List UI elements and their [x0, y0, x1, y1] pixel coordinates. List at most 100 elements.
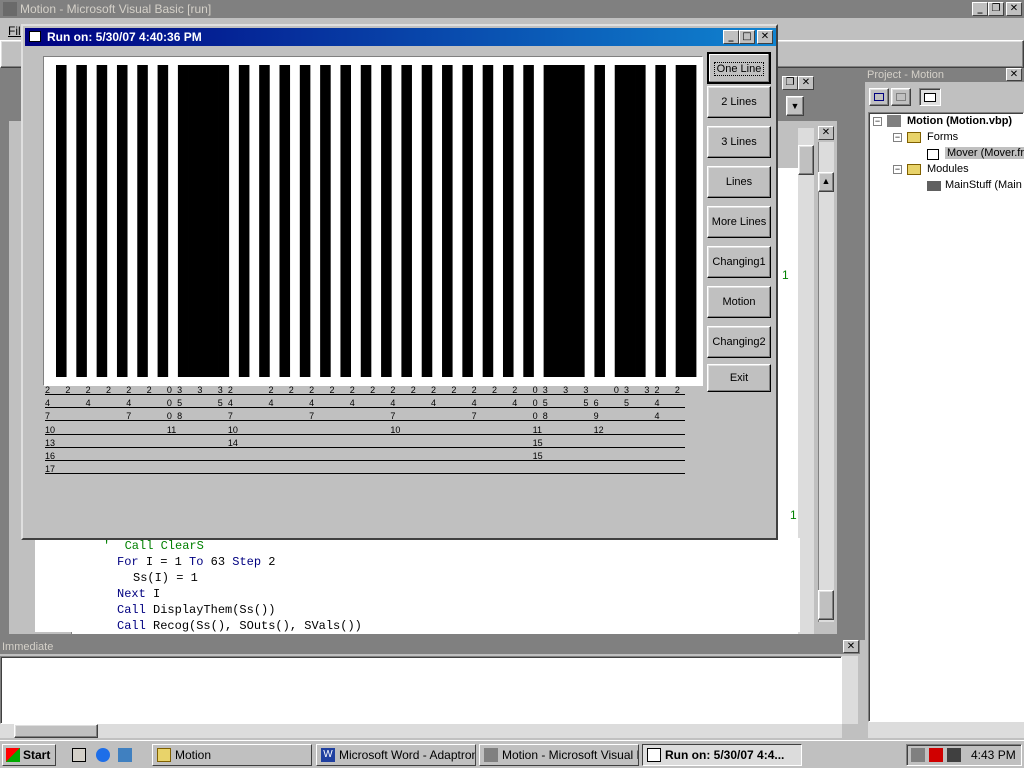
more-lines-button[interactable]: More Lines — [707, 206, 771, 238]
stripe-bar — [188, 65, 199, 377]
view-object-button[interactable] — [891, 88, 911, 106]
level-mark: 4 — [349, 398, 355, 409]
app-title: Motion - Microsoft Visual Basic [run] — [20, 2, 212, 16]
object-dropdown-arrow[interactable]: ▼ — [786, 96, 804, 116]
two-lines-button[interactable]: 2 Lines — [707, 86, 771, 118]
code-editor[interactable]: ' Call ClearS For I = 1 To 63 Step 2 Ss(… — [35, 538, 800, 632]
level-mark: 5 — [624, 398, 630, 409]
level-mark: 7 — [45, 411, 51, 422]
start-button[interactable]: Start — [2, 744, 56, 766]
app-close-button[interactable]: ✕ — [1006, 2, 1022, 16]
folder-icon — [907, 164, 921, 175]
inner-restore-button[interactable]: ❐ — [782, 76, 798, 90]
scroll-up-button[interactable]: ▲ — [818, 172, 834, 192]
antivirus-icon[interactable] — [929, 748, 943, 762]
task-vb[interactable]: Motion - Microsoft Visual B... — [479, 744, 639, 766]
stripe-bar — [563, 65, 575, 377]
stripe-bar — [502, 65, 514, 377]
immediate-vscrollbar[interactable] — [842, 656, 858, 724]
level-mark: 2 — [329, 385, 335, 395]
stripe-bar — [157, 65, 169, 377]
code-line: ' Call ClearS — [103, 539, 204, 553]
code-line: Ss(I) = 1 — [133, 571, 198, 585]
windows-logo-icon — [6, 748, 20, 762]
project-icon — [887, 115, 901, 127]
immediate-hscrollbar[interactable] — [0, 724, 842, 738]
project-close-button[interactable]: ✕ — [1006, 68, 1022, 81]
level-mark: 2 — [410, 385, 416, 395]
immediate-text-area[interactable] — [0, 656, 842, 724]
form-minimize-button[interactable]: _ — [723, 30, 739, 44]
level-mark: 4 — [268, 398, 274, 409]
level-mark: 4 — [85, 398, 91, 409]
outlook-express-icon[interactable] — [118, 748, 132, 762]
stripe-bar — [299, 65, 311, 377]
stripe-bar — [208, 65, 219, 377]
immediate-hscroll-thumb[interactable] — [14, 724, 98, 738]
exit-button[interactable]: Exit — [707, 364, 771, 392]
level-mark: 4 — [126, 398, 132, 409]
task-run-form[interactable]: Run on: 5/30/07 4:4... — [642, 744, 802, 766]
tree-root[interactable]: Motion (Motion.vbp) — [907, 115, 1012, 127]
three-lines-button[interactable]: 3 Lines — [707, 126, 771, 158]
collapse-icon[interactable]: − — [893, 165, 902, 174]
stripe-bar — [116, 65, 128, 377]
stripe-bar — [96, 65, 108, 377]
code-line: Call Recog(Ss(), SOuts(), SVals()) — [117, 619, 362, 632]
tree-folder-forms[interactable]: Forms — [927, 131, 958, 143]
level-display: 2222220333222222222222220333033224440554… — [43, 384, 703, 478]
level-mark: 10 — [45, 424, 56, 435]
level-mark: 0 — [532, 411, 538, 422]
level-line — [45, 407, 685, 409]
level-mark: 2 — [227, 385, 233, 395]
project-tree[interactable]: − Motion (Motion.vbp) − Forms Mover (Mov… — [868, 112, 1024, 722]
level-line — [45, 420, 685, 422]
show-desktop-icon[interactable] — [72, 748, 86, 762]
level-mark: 2 — [451, 385, 457, 395]
tree-hscrollbar[interactable] — [868, 722, 1024, 738]
lines-button[interactable]: Lines — [707, 166, 771, 198]
form-title-bar: Run on: 5/30/07 4:40:36 PM — [25, 28, 776, 46]
internet-explorer-icon[interactable] — [96, 748, 110, 762]
volume-icon[interactable] — [947, 748, 961, 762]
level-mark: 7 — [471, 411, 477, 422]
level-mark: 4 — [431, 398, 437, 409]
app-restore-button[interactable]: ❐ — [988, 2, 1004, 16]
stripe-bar — [177, 65, 189, 377]
stripe-bar — [523, 65, 534, 377]
collapse-icon[interactable]: − — [893, 133, 902, 142]
form-maximize-button[interactable]: □ — [739, 30, 755, 44]
immediate-close-button[interactable]: ✕ — [843, 640, 859, 653]
motion-button[interactable]: Motion — [707, 286, 771, 318]
level-mark: 11 — [532, 424, 542, 435]
scroll-thumb[interactable] — [818, 590, 834, 620]
level-mark: 10 — [390, 424, 401, 435]
changing1-button[interactable]: Changing1 — [707, 246, 771, 278]
code-close-button[interactable]: ✕ — [818, 126, 834, 140]
tree-folder-modules[interactable]: Modules — [927, 163, 969, 175]
tree-module-item[interactable]: MainStuff (Main — [945, 179, 1022, 191]
level-mark: 11 — [166, 424, 177, 435]
level-mark: 2 — [349, 385, 355, 395]
level-mark: 3 — [563, 385, 569, 395]
inner-close-button[interactable]: ✕ — [798, 76, 814, 90]
code-scroll-thumb[interactable] — [798, 145, 814, 175]
level-mark: 7 — [390, 411, 396, 422]
app-minimize-button[interactable]: _ — [972, 2, 988, 16]
network-icon[interactable] — [911, 748, 925, 762]
task-motion-folder[interactable]: Motion — [152, 744, 312, 766]
task-word[interactable]: W Microsoft Word - Adaptron ... — [316, 744, 476, 766]
changing2-button[interactable]: Changing2 — [707, 326, 771, 358]
level-line — [45, 433, 685, 435]
one-line-button[interactable]: One Line — [707, 52, 771, 84]
code-vscrollbar[interactable] — [798, 128, 814, 634]
stripe-bar — [442, 65, 453, 377]
tree-form-item[interactable]: Mover (Mover.fr — [945, 147, 1024, 159]
collapse-icon[interactable]: − — [873, 117, 882, 126]
toggle-folders-button[interactable] — [919, 88, 941, 106]
code-line: Call DisplayThem(Ss()) — [117, 603, 276, 617]
second-vscrollbar[interactable] — [818, 142, 834, 622]
taskbar: Start Motion W Microsoft Word - Adaptron… — [0, 740, 1024, 768]
form-close-button[interactable]: ✕ — [757, 30, 773, 44]
view-code-button[interactable] — [869, 88, 889, 106]
